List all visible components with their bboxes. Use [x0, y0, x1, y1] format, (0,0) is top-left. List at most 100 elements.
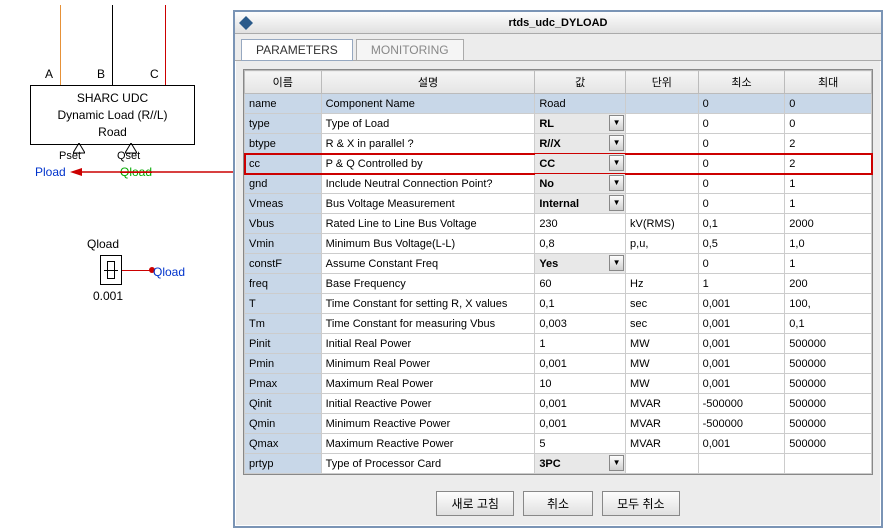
- param-unit-cell: [626, 194, 699, 214]
- param-min-cell: 0: [698, 114, 785, 134]
- param-value-cell[interactable]: 0,001: [535, 354, 626, 374]
- param-name-cell: Qinit: [245, 394, 322, 414]
- param-min-cell: 0,1: [698, 214, 785, 234]
- col-min[interactable]: 최소: [698, 71, 785, 94]
- chevron-down-icon[interactable]: ▼: [609, 455, 624, 471]
- param-value-cell[interactable]: Road: [535, 94, 626, 114]
- chevron-down-icon[interactable]: ▼: [609, 175, 624, 191]
- param-value-cell[interactable]: CC▼: [535, 154, 626, 174]
- param-desc-cell: Bus Voltage Measurement: [321, 194, 535, 214]
- load-block[interactable]: SHARC UDC Dynamic Load (R//L) Road: [30, 85, 195, 145]
- param-max-cell: 2000: [785, 214, 872, 234]
- param-min-cell: -500000: [698, 414, 785, 434]
- terminal-label-c: C: [150, 67, 159, 81]
- param-min-cell: [698, 454, 785, 474]
- param-value-cell[interactable]: 0,001: [535, 394, 626, 414]
- param-name-cell: T: [245, 294, 322, 314]
- param-max-cell: 0,1: [785, 314, 872, 334]
- param-value-cell[interactable]: Internal ▼: [535, 194, 626, 214]
- tab-monitoring[interactable]: MONITORING: [356, 39, 464, 60]
- param-unit-cell: sec: [626, 314, 699, 334]
- param-value-cell[interactable]: 0,001: [535, 414, 626, 434]
- col-unit[interactable]: 단위: [626, 71, 699, 94]
- param-name-cell: freq: [245, 274, 322, 294]
- param-max-cell: 1: [785, 174, 872, 194]
- tab-parameters[interactable]: PARAMETERS: [241, 39, 353, 61]
- param-value-cell[interactable]: Yes▼: [535, 254, 626, 274]
- param-desc-cell: Initial Reactive Power: [321, 394, 535, 414]
- param-value-cell[interactable]: 0,8: [535, 234, 626, 254]
- param-value-cell[interactable]: 230: [535, 214, 626, 234]
- param-value-cell[interactable]: 60: [535, 274, 626, 294]
- param-value-cell[interactable]: RL▼: [535, 114, 626, 134]
- param-min-cell: 0: [698, 254, 785, 274]
- param-desc-cell: Base Frequency: [321, 274, 535, 294]
- col-max[interactable]: 최대: [785, 71, 872, 94]
- chevron-down-icon[interactable]: ▼: [609, 195, 624, 211]
- param-max-cell: 1: [785, 194, 872, 214]
- app-icon: [239, 16, 253, 30]
- col-name[interactable]: 이름: [245, 71, 322, 94]
- chevron-down-icon[interactable]: ▼: [609, 155, 624, 171]
- param-max-cell: 1: [785, 254, 872, 274]
- param-max-cell: 200: [785, 274, 872, 294]
- param-value-cell[interactable]: 5: [535, 434, 626, 454]
- qset-label: Qset: [117, 150, 140, 162]
- param-unit-cell: MVAR: [626, 394, 699, 414]
- param-value-text: Internal: [539, 198, 579, 210]
- qload-wire: [122, 270, 150, 271]
- param-max-cell: 500000: [785, 394, 872, 414]
- titlebar[interactable]: rtds_udc_DYLOAD: [235, 12, 881, 34]
- param-value-cell[interactable]: 10: [535, 374, 626, 394]
- param-max-cell: 100,: [785, 294, 872, 314]
- chevron-down-icon[interactable]: ▼: [609, 255, 624, 271]
- terminal-line-b: [112, 5, 113, 85]
- param-unit-cell: [626, 154, 699, 174]
- param-value-cell[interactable]: No ▼: [535, 174, 626, 194]
- refresh-button[interactable]: 새로 고침: [436, 491, 514, 516]
- table-row: prtypType of Processor Card3PC▼: [245, 454, 872, 474]
- param-value-cell[interactable]: 0,003: [535, 314, 626, 334]
- chevron-down-icon[interactable]: ▼: [609, 115, 624, 131]
- param-min-cell: 0,5: [698, 234, 785, 254]
- table-row: ccP & Q Controlled byCC▼02: [245, 154, 872, 174]
- col-val[interactable]: 값: [535, 71, 626, 94]
- param-name-cell: Vmeas: [245, 194, 322, 214]
- chevron-down-icon[interactable]: ▼: [609, 135, 624, 151]
- col-desc[interactable]: 설명: [321, 71, 535, 94]
- cancel-button[interactable]: 취소: [523, 491, 593, 516]
- param-value-cell[interactable]: R//X▼: [535, 134, 626, 154]
- param-min-cell: 0: [698, 154, 785, 174]
- window-title: rtds_udc_DYLOAD: [508, 17, 607, 29]
- table-row: VbusRated Line to Line Bus Voltage230kV(…: [245, 214, 872, 234]
- param-name-cell: btype: [245, 134, 322, 154]
- param-name-cell: gnd: [245, 174, 322, 194]
- qload-const-block[interactable]: [100, 255, 122, 285]
- param-unit-cell: MW: [626, 374, 699, 394]
- cancel-all-button[interactable]: 모두 취소: [602, 491, 680, 516]
- param-desc-cell: R & X in parallel ?: [321, 134, 535, 154]
- terminal-label-a: A: [45, 67, 53, 81]
- param-desc-cell: Minimum Bus Voltage(L-L): [321, 234, 535, 254]
- param-name-cell: constF: [245, 254, 322, 274]
- param-desc-cell: Rated Line to Line Bus Voltage: [321, 214, 535, 234]
- parameter-table: 이름 설명 값 단위 최소 최대 nameComponent NameRoad0…: [244, 70, 872, 474]
- param-value-cell[interactable]: 0,1: [535, 294, 626, 314]
- param-value-cell[interactable]: 1: [535, 334, 626, 354]
- param-value-cell[interactable]: 3PC▼: [535, 454, 626, 474]
- table-row: btypeR & X in parallel ?R//X▼02: [245, 134, 872, 154]
- param-max-cell: 500000: [785, 334, 872, 354]
- dialog-footer: 새로 고침 취소 모두 취소: [235, 483, 881, 526]
- table-row: nameComponent NameRoad00: [245, 94, 872, 114]
- param-name-cell: cc: [245, 154, 322, 174]
- param-unit-cell: kV(RMS): [626, 214, 699, 234]
- param-desc-cell: Time Constant for measuring Vbus: [321, 314, 535, 334]
- table-row: typeType of LoadRL▼00: [245, 114, 872, 134]
- param-min-cell: 0,001: [698, 434, 785, 454]
- qload-struck-label: Qload: [120, 165, 152, 179]
- param-value-text: No: [539, 178, 554, 190]
- param-name-cell: Pinit: [245, 334, 322, 354]
- param-unit-cell: MW: [626, 354, 699, 374]
- param-min-cell: 0: [698, 94, 785, 114]
- param-unit-cell: [626, 254, 699, 274]
